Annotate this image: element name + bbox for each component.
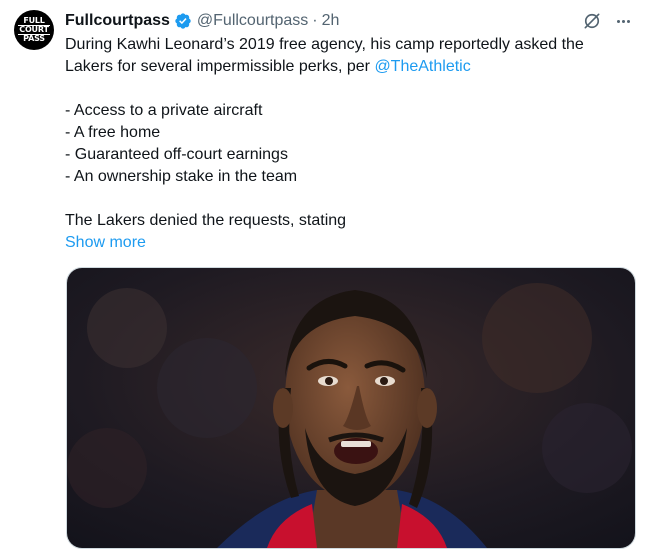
avatar-text-1: FULL xyxy=(23,16,45,25)
timestamp[interactable]: 2h xyxy=(322,12,340,30)
show-more-link[interactable]: Show more xyxy=(65,232,146,254)
bullet-item: - A free home xyxy=(65,124,161,141)
dot-icon xyxy=(621,19,625,23)
verified-badge-icon[interactable] xyxy=(174,12,192,30)
mention-link[interactable]: @TheAthletic xyxy=(374,58,470,75)
dot-icon xyxy=(626,19,630,23)
player-photo-illustration xyxy=(67,268,635,548)
bullet-item: - Access to a private aircraft xyxy=(65,102,263,119)
tweet-photo[interactable] xyxy=(66,267,636,549)
tweet-text: During Kawhi Leonard’s 2019 free agency,… xyxy=(65,34,635,232)
tweet-line-1: During Kawhi Leonard’s 2019 free agency,… xyxy=(65,36,584,53)
avatar[interactable]: FULL COURT PASS xyxy=(14,10,54,50)
separator-dot: · xyxy=(312,12,318,29)
tweet-header: Fullcourtpass @Fullcourtpass · 2h xyxy=(65,10,339,32)
display-name[interactable]: Fullcourtpass xyxy=(65,12,170,30)
dot-icon xyxy=(616,19,620,23)
tweet-line-2-text: Lakers for several impermissible perks, … xyxy=(65,58,375,75)
handle[interactable]: @Fullcourtpass xyxy=(197,12,308,30)
truncated-text: The Lakers denied the requests, stating xyxy=(65,212,347,229)
tweet-line-2: Lakers for several impermissible perks, … xyxy=(65,56,635,78)
more-options-icon[interactable] xyxy=(612,12,634,30)
grok-icon[interactable] xyxy=(582,11,602,31)
bullet-item: - An ownership stake in the team xyxy=(65,168,298,185)
bullet-item: - Guaranteed off-court earnings xyxy=(65,146,288,163)
avatar-text-3: PASS xyxy=(23,34,45,43)
